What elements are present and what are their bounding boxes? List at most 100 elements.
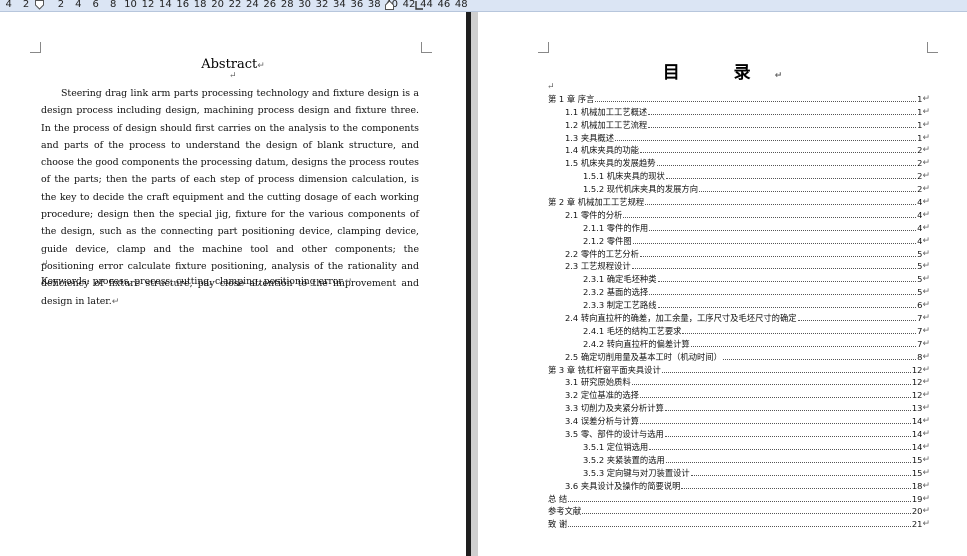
abstract-title: Abstract↵ (201, 57, 265, 72)
toc-entry-label: 3.4 误差分析与计算 (565, 416, 639, 427)
toc-entry-label: 1.3 夹具概述 (565, 132, 615, 143)
toc-dot-leader (648, 126, 917, 128)
toc-entry-label: 参考文献 (548, 506, 582, 517)
paragraph-mark-icon: ↵ (922, 248, 930, 259)
toc-entry[interactable]: 3.5 零、部件的设计与选用 14 ↵ (548, 427, 930, 440)
toc-dot-leader (699, 191, 917, 193)
ruler-tick-label: 10 (124, 0, 137, 10)
paragraph-mark-icon: ↵ (922, 184, 930, 195)
paragraph-mark-icon: ↵ (922, 351, 930, 362)
toc-entry-label: 3.6 夹具设计及操作的简要说明 (565, 480, 681, 491)
toc-entry[interactable]: 2.3.1 确定毛坯种类 5 ↵ (548, 272, 930, 285)
paragraph-mark-icon: ↵ (922, 390, 930, 401)
toc-entry[interactable]: 3.1 研究原始质料 12 ↵ (548, 376, 930, 389)
ruler-tick-label: 4 (5, 0, 12, 10)
paragraph-mark-icon: ↵ (922, 403, 930, 414)
toc-entry[interactable]: 第 2 章 机械加工工艺规程 4 ↵ (548, 195, 930, 208)
toc-entry-page: 12 (911, 364, 923, 375)
ruler-tick-label: 48 (454, 0, 468, 10)
paragraph-mark-icon: ↵ (41, 259, 49, 269)
toc-dot-leader (631, 268, 917, 270)
toc-entry[interactable]: 参考文献 20 ↵ (548, 505, 930, 518)
paragraph-mark-icon: ↵ (922, 171, 930, 182)
toc-entry[interactable]: 1.2 机械加工工艺流程 1 ↵ (548, 118, 930, 131)
page-gap (471, 12, 478, 556)
toc-entry[interactable]: 3.2 定位基准的选择 12 ↵ (548, 388, 930, 401)
margin-corner-mark (538, 42, 549, 53)
paragraph-mark-icon: ↵ (922, 506, 930, 517)
toc-entry[interactable]: 总 结 19 ↵ (548, 492, 930, 505)
paragraph-mark-icon: ↵ (922, 441, 930, 452)
toc-entry[interactable]: 1.4 机床夹具的功能 2 ↵ (548, 144, 930, 157)
toc-entry[interactable]: 3.5.2 夹紧装置的选用 15 ↵ (548, 453, 930, 466)
document-page-left[interactable]: Abstract↵ ↵ Steering drag link arm parts… (0, 12, 466, 556)
toc-dot-leader (797, 320, 917, 322)
toc-entry-label: 3.5.3 定向键与对刀装置设计 (583, 467, 690, 478)
toc-entry[interactable]: 2.3.3 制定工艺路线 6 ↵ (548, 298, 930, 311)
toc-entry-page: 15 (911, 467, 923, 478)
ruler-tick-label: 30 (298, 0, 311, 10)
toc-dot-leader (682, 332, 917, 334)
toc-entry[interactable]: 3.5.3 定向键与对刀装置设计 15 ↵ (548, 466, 930, 479)
keywords: Keywords: process, process, cutting, cla… (41, 276, 353, 287)
toc-dot-leader (568, 500, 911, 502)
toc-entry[interactable]: 2.3.2 基面的选择 5 ↵ (548, 285, 930, 298)
horizontal-ruler[interactable]: 4224681012141618202224262830323436384042… (0, 0, 967, 12)
toc-entry[interactable]: 2.4.2 转向直拉杆的偏差计算 7 ↵ (548, 337, 930, 350)
toc-entry-label: 总 结 (548, 493, 568, 504)
toc-dot-leader (664, 436, 911, 438)
toc-entry-label: 3.5.1 定位销选用 (583, 441, 649, 452)
toc-entry[interactable]: 2.4.1 毛坯的结构工艺要求 7 ↵ (548, 324, 930, 337)
toc-entry[interactable]: 致 谢 21 ↵ (548, 517, 930, 530)
toc-entry[interactable]: 2.2 零件的工艺分析 5 ↵ (548, 247, 930, 260)
toc-entry[interactable]: 3.3 切削力及夹紧分析计算 13 ↵ (548, 401, 930, 414)
toc-entry-label: 1.5.2 现代机床夹具的发展方向 (583, 184, 699, 195)
right-indent-marker-icon[interactable] (385, 0, 394, 10)
toc-dot-leader (645, 204, 917, 206)
toc-entry-label: 第 1 章 序言 (548, 93, 595, 104)
toc-entry-label: 3.5 零、部件的设计与选用 (565, 429, 664, 440)
toc-entry-label: 3.5.2 夹紧装置的选用 (583, 454, 665, 465)
ruler-tick-label: 4 (75, 0, 82, 10)
toc-entry[interactable]: 1.5.2 现代机床夹具的发展方向 2 ↵ (548, 182, 930, 195)
toc-dot-leader (656, 165, 917, 167)
toc-entry-page: 20 (911, 506, 923, 517)
toc-entry[interactable]: 2.4 转向直拉杆的确差，加工余量，工序尺寸及毛坯尺寸的确定 7 ↵ (548, 311, 930, 324)
toc-entry-label: 2.3.1 确定毛坯种类 (583, 274, 657, 285)
toc-dot-leader (632, 242, 917, 244)
toc-entry[interactable]: 3.6 夹具设计及操作的简要说明 18 ↵ (548, 479, 930, 492)
toc-entry[interactable]: 1.5 机床夹具的发展趋势 2 ↵ (548, 156, 930, 169)
ruler-tick-label: 32 (315, 0, 329, 10)
toc-dot-leader (623, 216, 917, 218)
paragraph-mark-icon: ↵ (922, 132, 930, 143)
toc-dot-leader (657, 307, 917, 309)
toc-entry[interactable]: 2.3 工艺规程设计 5 ↵ (548, 260, 930, 273)
ruler-tick-label: 22 (228, 0, 242, 10)
toc-entry[interactable]: 2.1.1 零件的作用 4 ↵ (548, 221, 930, 234)
paragraph-mark-icon: ↵ (922, 158, 930, 169)
paragraph-mark-icon: ↵ (922, 274, 930, 285)
toc-entry[interactable]: 1.1 机械加工工艺概述 1 ↵ (548, 105, 930, 118)
paragraph-mark-icon: ↵ (922, 300, 930, 311)
toc-entry[interactable]: 2.1.2 零件图 4 ↵ (548, 234, 930, 247)
toc-entry-label: 2.3 工艺规程设计 (565, 261, 631, 272)
ruler-tick-label: 36 (350, 0, 364, 10)
paragraph-mark-icon: ↵ (922, 287, 930, 298)
document-page-right[interactable]: 目 录↵ ↵ 第 1 章 序言 1 ↵ 1.1 机械加工工艺概述 1 ↵ 1.2 机械加工工… (478, 12, 967, 556)
ruler-scale: 4224681012141618202224262830323436384042… (0, 0, 470, 11)
toc-entry[interactable]: 3.4 误差分析与计算 14 ↵ (548, 414, 930, 427)
toc-entry[interactable]: 2.1 零件的分析 4 ↵ (548, 208, 930, 221)
toc-entry[interactable]: 第 1 章 序言 1 ↵ (548, 92, 930, 105)
first-line-indent-marker-icon[interactable] (35, 0, 44, 10)
toc-entry[interactable]: 第 3 章 铣杠杆窗平面夹具设计 12 ↵ (548, 363, 930, 376)
toc-entry[interactable]: 3.5.1 定位销选用 14 ↵ (548, 440, 930, 453)
toc-entry[interactable]: 1.3 夹具概述 1 ↵ (548, 131, 930, 144)
toc-entry[interactable]: 2.5 确定切削用量及基本工时（机动时间） 8 ↵ (548, 350, 930, 363)
toc-dot-leader (681, 487, 911, 489)
paragraph-mark-icon: ↵ (922, 209, 930, 220)
toc-dot-leader (639, 397, 911, 399)
tab-stop-marker-icon[interactable] (415, 0, 424, 10)
paragraph-mark-icon: ↵ (922, 325, 930, 336)
margin-corner-mark (30, 42, 41, 53)
toc-entry[interactable]: 1.5.1 机床夹具的现状 2 ↵ (548, 169, 930, 182)
